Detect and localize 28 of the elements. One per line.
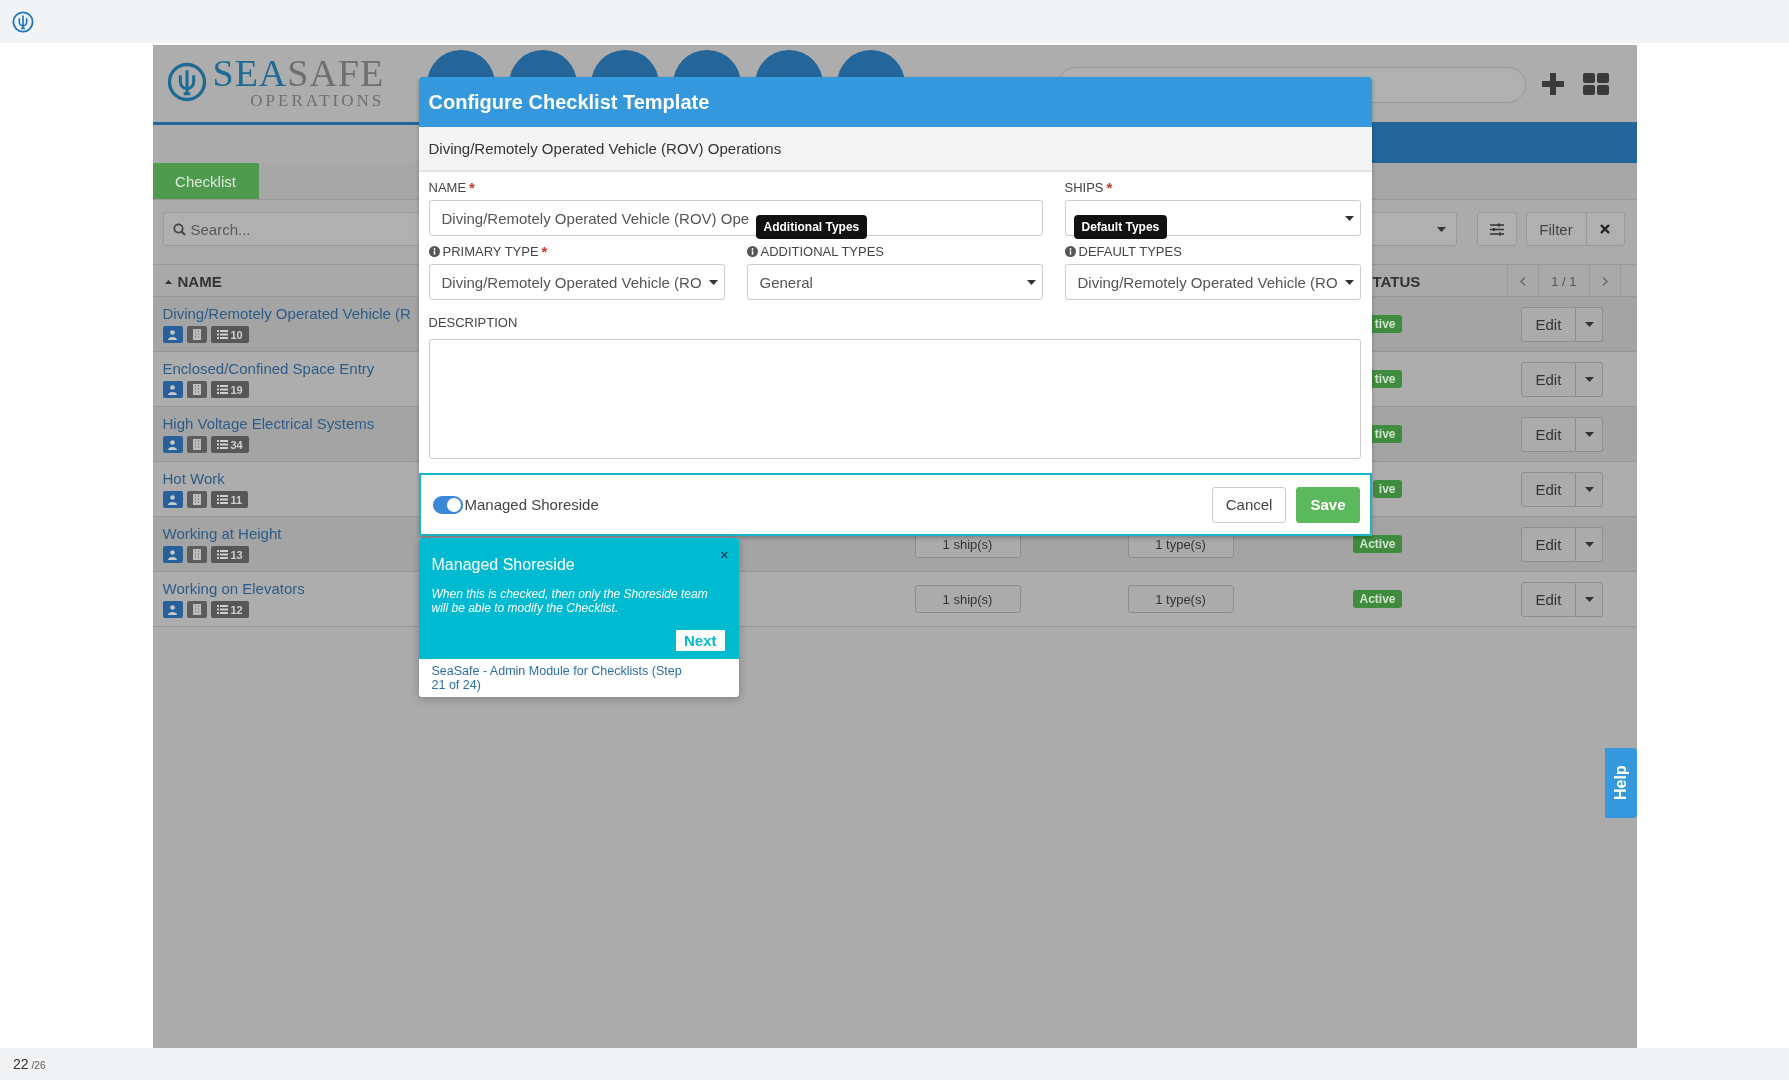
- modal-subtitle: Diving/Remotely Operated Vehicle (ROV) Operations: [428, 140, 782, 157]
- modal-title: Configure Checklist Template: [428, 90, 710, 114]
- page-number: 22: [13, 1056, 29, 1072]
- field-label: PRIMARY TYPE: [442, 243, 539, 259]
- status-badge: Active: [1353, 590, 1402, 608]
- tooltip: Additional Types: [755, 215, 868, 239]
- item-count-badge: 12: [210, 601, 249, 618]
- item-count-badge: 10: [210, 326, 249, 343]
- brand-tagline: OPERATIONS: [250, 92, 385, 109]
- item-count-badge: 19: [210, 381, 249, 398]
- tour-title: Managed Shoreside: [431, 556, 576, 574]
- toggle-label: Managed Shoreside: [464, 496, 599, 513]
- item-count-badge: 11: [210, 491, 249, 508]
- status-badge: Active: [1353, 535, 1402, 553]
- brand-name: SEASAFE: [212, 54, 385, 92]
- field-label: SHIPS: [1064, 179, 1104, 195]
- item-count-badge: 34: [210, 436, 249, 453]
- status-badge: ive: [1372, 480, 1402, 498]
- item-count-badge: 13: [210, 546, 249, 563]
- page-total: /26: [31, 1060, 46, 1071]
- required-mark: *: [1106, 178, 1113, 196]
- required-mark: *: [469, 178, 475, 196]
- field-label: NAME: [428, 179, 467, 195]
- tour-text: When this is checked, then only the Shoreside team will be able to modify the Checklist.: [431, 588, 709, 616]
- field-label: DESCRIPTION: [428, 314, 518, 330]
- field-label: ADDITIONAL TYPES: [760, 243, 885, 259]
- field-label: DEFAULT TYPES: [1078, 243, 1182, 259]
- tooltip: Default Types: [1073, 215, 1168, 239]
